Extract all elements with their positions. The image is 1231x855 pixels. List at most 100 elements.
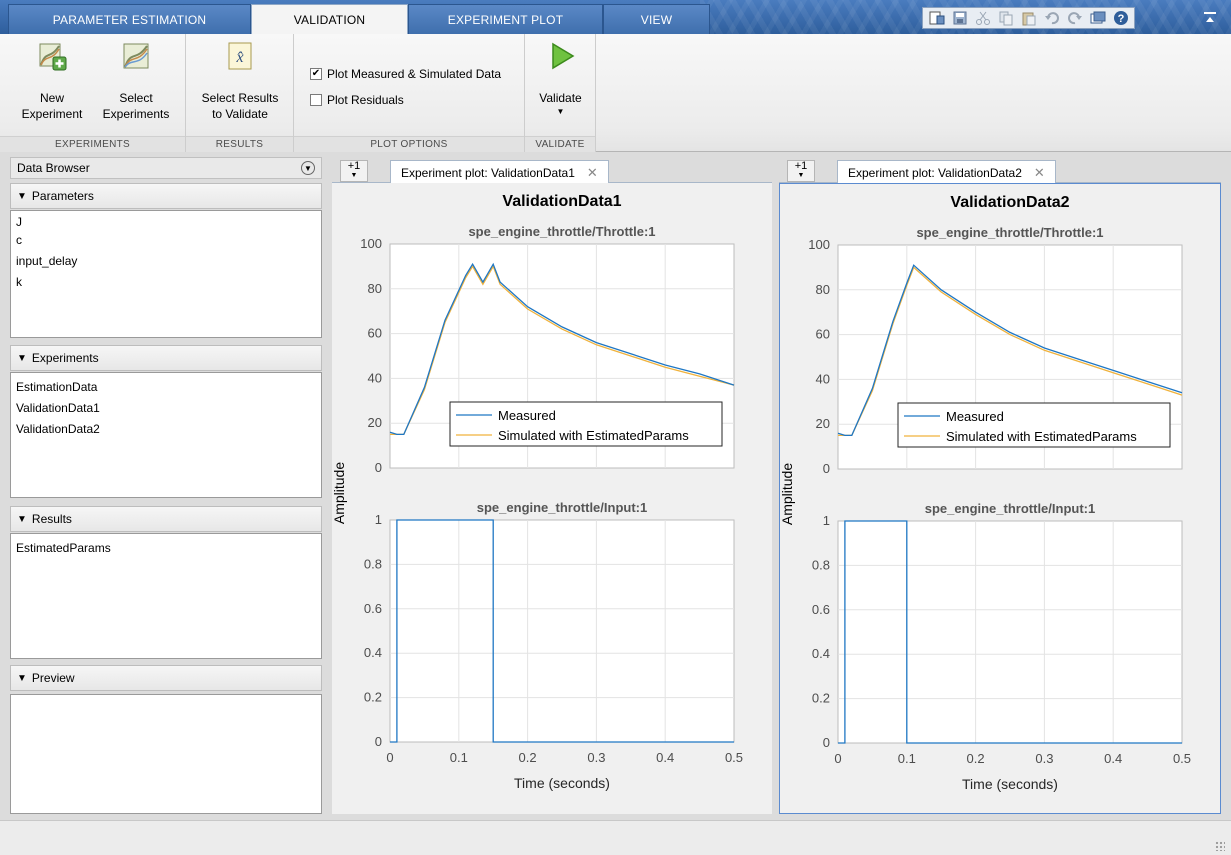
y-tick-label: 40 (816, 371, 830, 386)
legend-entry: Measured (498, 408, 556, 423)
tab-validation[interactable]: VALIDATION (251, 4, 408, 35)
switch-windows-icon[interactable] (1088, 9, 1107, 28)
document-tab-validationdata1[interactable]: Experiment plot: ValidationData1 ✕ (390, 160, 609, 184)
y-tick-label: 0.8 (812, 557, 830, 572)
y-tick-label: 0.4 (812, 646, 830, 661)
select-experiments-label-2: Experiments (102, 107, 170, 121)
legend[interactable]: Measured Simulated with EstimatedParams (897, 402, 1171, 448)
x-tick-label: 0 (386, 750, 393, 765)
list-item[interactable]: ValidationData2 (16, 419, 316, 440)
document-tab-validationdata2[interactable]: Experiment plot: ValidationData2 ✕ (837, 160, 1056, 184)
y-tick-label: 1 (375, 512, 382, 527)
resize-grip-icon[interactable] (1215, 841, 1225, 851)
x-axis-label: Time (seconds) (962, 776, 1058, 792)
list-item[interactable]: input_delay (16, 251, 316, 272)
legend-entry: Measured (946, 409, 1004, 424)
dropdown-arrow-icon: ▼ (350, 172, 358, 179)
experiments-list: EstimationData ValidationData1 Validatio… (10, 372, 322, 498)
tab-view[interactable]: VIEW (603, 4, 710, 34)
y-tick-label: 1 (823, 513, 830, 528)
document-tab-label: Experiment plot: ValidationData1 (401, 165, 575, 180)
document-tab-bar: +1 ▼ Experiment plot: ValidationData1 ✕ (332, 157, 772, 184)
subplot-title: spe_engine_throttle/Throttle:1 (916, 225, 1103, 240)
plot-residuals-checkbox[interactable]: Plot Residuals (310, 93, 404, 107)
plot-options-group-label: PLOT OPTIONS (294, 136, 524, 152)
results-list: EstimatedParams (10, 533, 322, 659)
add-document-button[interactable]: +1 ▼ (340, 160, 368, 182)
help-icon[interactable]: ? (1111, 9, 1130, 28)
legend-entry: Simulated with EstimatedParams (498, 428, 689, 443)
new-experiment-label-2: Experiment (21, 107, 83, 121)
close-icon[interactable]: ✕ (1034, 165, 1045, 181)
dropdown-arrow-icon: ▼ (797, 172, 805, 179)
y-tick-label: 0.6 (812, 602, 830, 617)
figure-validationdata2[interactable]: ValidationData2 Amplitude Time (seconds) 0 2… (779, 184, 1220, 813)
y-tick-label: 80 (816, 282, 830, 297)
paste-icon[interactable] (1019, 9, 1038, 28)
parameters-section-header[interactable]: ▼ Parameters (10, 183, 322, 209)
x-tick-label: 0.2 (519, 750, 537, 765)
x-tick-label: 0 (834, 751, 841, 766)
validate-group: Validate ▼ VALIDATE (525, 34, 596, 152)
save-icon[interactable] (950, 9, 969, 28)
toolstrip-tab-bar: PARAMETER ESTIMATION VALIDATION EXPERIME… (0, 0, 1231, 35)
subplot-axes: 0 0.2 0.4 0.6 0.8 1 0 0.1 0.2 0.3 0.4 0.5 spe_engine… (812, 501, 1191, 766)
collapse-triangle-icon: ▼ (17, 190, 27, 202)
panel-menu-icon[interactable]: ▼ (301, 161, 315, 175)
new-session-icon[interactable] (927, 9, 946, 28)
minimize-toolstrip-icon[interactable] (1200, 8, 1220, 28)
status-bar (0, 820, 1231, 855)
experiment-plot-document-2: +1 ▼ Experiment plot: ValidationData2 ✕ … (779, 157, 1221, 814)
new-experiment-label-1: New (39, 91, 64, 105)
parameters-section-title: Parameters (31, 189, 94, 203)
figure-validationdata1[interactable]: ValidationData1 Amplitude Time (seconds) 0 2… (331, 183, 772, 814)
list-item[interactable]: c (16, 230, 316, 251)
list-item[interactable]: ValidationData1 (16, 398, 316, 419)
validate-button[interactable]: Validate ▼ (529, 40, 592, 116)
data-browser-title: Data Browser (17, 161, 90, 175)
validation-toolstrip: New Experiment Select Experiments EXPERI… (0, 34, 1231, 152)
svg-text:?: ? (1117, 13, 1124, 25)
experiments-section-header[interactable]: ▼ Experiments (10, 345, 322, 371)
validate-dropdown-icon[interactable]: ▼ (557, 108, 565, 116)
tab-experiment-plot[interactable]: EXPERIMENT PLOT (408, 4, 603, 34)
legend[interactable]: Measured Simulated with EstimatedParams (449, 401, 723, 447)
copy-icon[interactable] (996, 9, 1015, 28)
select-experiments-label-1: Select (119, 91, 153, 105)
results-section-header[interactable]: ▼ Results (10, 506, 322, 532)
plot-measured-simulated-checkbox[interactable]: ✔ Plot Measured & Simulated Data (310, 67, 501, 81)
x-tick-label: 0.3 (587, 750, 605, 765)
plot-options-group: ✔ Plot Measured & Simulated Data Plot Re… (294, 34, 525, 152)
x-tick-label: 0.1 (898, 751, 916, 766)
list-item[interactable]: EstimationData (16, 377, 316, 398)
select-results-icon: x̂ (224, 40, 256, 72)
add-document-button[interactable]: +1 ▼ (787, 160, 815, 182)
preview-section-header[interactable]: ▼ Preview (10, 665, 322, 691)
list-item[interactable]: EstimatedParams (16, 538, 316, 559)
data-browser-panel: Data Browser ▼ ▼ Parameters J c input_de… (10, 157, 322, 814)
results-group-label: RESULTS (186, 136, 293, 152)
plot-measured-simulated-label: Plot Measured & Simulated Data (327, 67, 502, 81)
list-item[interactable]: k (16, 272, 316, 293)
select-results-button[interactable]: x̂ Select Results to Validate (192, 40, 288, 122)
plot-canvas: ValidationData2 Amplitude Time (seconds) 0 2… (779, 183, 1221, 814)
add-document-label: +1 (347, 160, 361, 172)
results-group: x̂ Select Results to Validate RESULTS (186, 34, 294, 152)
tab-parameter-estimation[interactable]: PARAMETER ESTIMATION (8, 4, 251, 34)
redo-icon[interactable] (1065, 9, 1084, 28)
x-tick-label: 0.4 (1104, 751, 1122, 766)
y-tick-label: 100 (360, 236, 382, 251)
new-experiment-button[interactable]: New Experiment (22, 40, 82, 122)
list-item[interactable]: J (16, 215, 316, 230)
y-tick-label: 0.2 (812, 691, 830, 706)
undo-icon[interactable] (1042, 9, 1061, 28)
x-tick-label: 0.5 (1173, 751, 1191, 766)
subplot-axes: 0 20 40 60 80 100 spe_engine_throttle/Throttle… (808, 225, 1183, 476)
y-tick-label: 40 (368, 370, 382, 385)
cut-icon[interactable] (973, 9, 992, 28)
close-icon[interactable]: ✕ (587, 165, 598, 181)
checkbox-checked-icon: ✔ (310, 68, 322, 80)
y-tick-label: 0.8 (364, 556, 382, 571)
select-experiments-button[interactable]: Select Experiments (96, 40, 176, 122)
y-tick-label: 0 (375, 734, 382, 749)
